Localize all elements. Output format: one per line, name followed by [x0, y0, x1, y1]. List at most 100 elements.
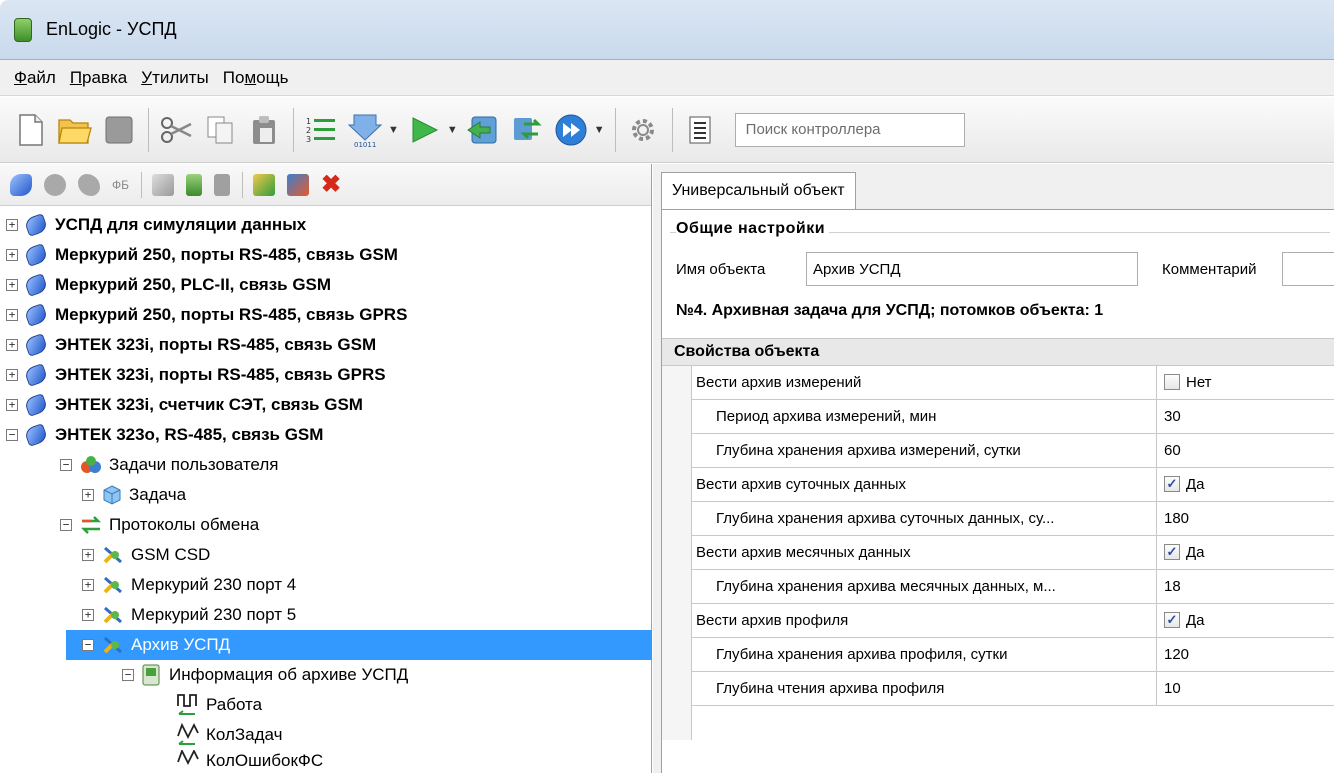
property-row[interactable]: Глубина чтения архива профиля 10	[692, 672, 1334, 706]
property-value[interactable]: ✓ Да	[1164, 468, 1205, 501]
delete-icon[interactable]: ✖	[321, 172, 341, 196]
new-file-button[interactable]	[12, 110, 50, 150]
tree-node[interactable]: − Информация об архиве УСПД	[122, 660, 408, 690]
tool-icon[interactable]	[152, 173, 174, 196]
expand-icon[interactable]: +	[6, 279, 18, 291]
disabled-icon[interactable]	[214, 173, 230, 196]
property-value[interactable]: 10	[1164, 672, 1181, 705]
copy-button[interactable]	[201, 110, 239, 150]
menu-edit[interactable]: Правка	[70, 68, 127, 88]
menu-help[interactable]: Помощь	[223, 68, 289, 88]
tree-node[interactable]: − Протоколы обмена	[60, 510, 259, 540]
expand-icon[interactable]: +	[82, 609, 94, 621]
checkbox-unchecked[interactable]	[1164, 374, 1180, 390]
sync-button[interactable]	[508, 110, 546, 150]
controller-search-input[interactable]: Поиск контроллера	[734, 112, 965, 147]
expand-icon[interactable]: +	[6, 339, 18, 351]
tree-node[interactable]: + Меркурий 250, порты RS-485, связь GPRS	[6, 300, 407, 330]
property-row[interactable]: Глубина хранения архива суточных данных,…	[692, 502, 1334, 536]
tree-node[interactable]: + Меркурий 250, порты RS-485, связь GSM	[6, 240, 398, 270]
tree-node[interactable]: − ЭНТЕК 323o, RS-485, связь GSM	[6, 420, 323, 450]
checkbox-checked[interactable]: ✓	[1164, 544, 1180, 560]
expand-icon[interactable]: +	[6, 369, 18, 381]
property-value[interactable]: 180	[1164, 502, 1189, 535]
expand-icon[interactable]: +	[6, 219, 18, 231]
cut-button[interactable]	[157, 110, 195, 150]
tree-node-selected[interactable]: − Архив УСПД	[66, 630, 652, 660]
plug-icon	[103, 576, 122, 594]
run-button[interactable]	[405, 110, 443, 150]
tree-node[interactable]: КолЗадач	[176, 720, 282, 750]
expand-icon[interactable]: +	[6, 249, 18, 261]
expand-icon[interactable]: +	[6, 399, 18, 411]
sort-icon[interactable]	[287, 173, 309, 196]
expand-icon[interactable]: +	[82, 579, 94, 591]
collapse-icon[interactable]: −	[122, 669, 134, 681]
tree-node[interactable]: + Меркурий 230 порт 4	[82, 570, 296, 600]
list-button[interactable]: 123	[302, 110, 340, 150]
tree-expand-icon[interactable]	[253, 173, 275, 196]
upload-button[interactable]	[464, 110, 502, 150]
expand-icon[interactable]: +	[82, 489, 94, 501]
menu-file[interactable]: Файл	[14, 68, 56, 88]
tree-node[interactable]: + Меркурий 250, PLC-II, связь GSM	[6, 270, 331, 300]
property-row[interactable]: Вести архив измерений Нет	[692, 366, 1334, 400]
gear-icon	[631, 118, 654, 141]
object-name-input[interactable]: Архив УСПД	[806, 252, 1138, 286]
fast-forward-icon	[555, 114, 587, 145]
property-value[interactable]: 30	[1164, 400, 1181, 433]
property-value[interactable]: Нет	[1164, 366, 1212, 399]
property-row[interactable]: Вести архив профиля ✓ Да	[692, 604, 1334, 638]
tree-node[interactable]: + Задача	[82, 480, 186, 510]
run-dropdown-icon[interactable]: ▼	[447, 124, 458, 136]
open-button[interactable]	[56, 110, 94, 150]
menu-utilities[interactable]: Утилиты	[141, 68, 209, 88]
checkbox-checked[interactable]: ✓	[1164, 612, 1180, 628]
property-row[interactable]: Вести архив суточных данных ✓ Да	[692, 468, 1334, 502]
collapse-icon[interactable]: −	[82, 639, 94, 651]
download-button[interactable]: 01011	[346, 110, 384, 150]
tree-node[interactable]: КолОшибокФС	[176, 750, 323, 772]
property-value[interactable]: 18	[1164, 570, 1181, 603]
download-dropdown-icon[interactable]: ▼	[388, 124, 399, 136]
device-icon[interactable]	[186, 173, 202, 196]
property-value[interactable]: ✓ Да	[1164, 604, 1205, 637]
collapse-icon[interactable]: −	[60, 459, 72, 471]
paste-button[interactable]	[245, 110, 283, 150]
collapse-icon[interactable]: −	[60, 519, 72, 531]
expand-icon[interactable]: +	[82, 549, 94, 561]
checkbox-checked[interactable]: ✓	[1164, 476, 1180, 492]
fb-icon[interactable]: ФБ	[112, 178, 129, 192]
add-object-icon[interactable]	[44, 173, 66, 196]
add-controller-icon[interactable]	[10, 173, 32, 196]
add-item-icon[interactable]	[78, 173, 100, 196]
collapse-icon[interactable]: −	[6, 429, 18, 441]
property-row[interactable]: Вести архив месячных данных ✓ Да	[692, 536, 1334, 570]
fast-forward-dropdown-icon[interactable]: ▼	[594, 124, 605, 136]
expand-icon[interactable]: +	[6, 309, 18, 321]
property-value[interactable]: 120	[1164, 638, 1189, 671]
property-row[interactable]: Глубина хранения архива профиля, сутки 12…	[692, 638, 1334, 672]
log-button[interactable]	[681, 110, 719, 150]
tree-node[interactable]: + ЭНТЕК 323i, порты RS-485, связь GPRS	[6, 360, 386, 390]
save-button[interactable]	[100, 110, 138, 150]
tree-node[interactable]: Работа	[176, 690, 262, 720]
property-value[interactable]: ✓ Да	[1164, 536, 1205, 569]
main-toolbar: 123 01011 ▼ ▼ ▼ Поиск контроллера	[0, 97, 1334, 163]
property-value[interactable]: 60	[1164, 434, 1181, 467]
tree-node[interactable]: − Задачи пользователя	[60, 450, 278, 480]
property-row[interactable]: Глубина хранения архива месячных данных,…	[692, 570, 1334, 604]
tree-node[interactable]: + УСПД для симуляции данных	[6, 210, 306, 240]
tree-node[interactable]: + ЭНТЕК 323i, порты RS-485, связь GSM	[6, 330, 376, 360]
comment-input[interactable]	[1282, 252, 1334, 286]
svg-text:1: 1	[306, 117, 311, 126]
settings-button[interactable]	[624, 110, 662, 150]
tab-universal-object[interactable]: Универсальный объект	[661, 172, 856, 210]
property-row[interactable]: Период архива измерений, мин 30	[692, 400, 1334, 434]
tree-node[interactable]: + ЭНТЕК 323i, счетчик СЭТ, связь GSM	[6, 390, 363, 420]
tree-node[interactable]: + GSM CSD	[82, 540, 210, 570]
tree-node[interactable]: + Меркурий 230 порт 5	[82, 600, 296, 630]
property-row[interactable]: Глубина хранения архива измерений, сутки…	[692, 434, 1334, 468]
fast-forward-button[interactable]	[552, 110, 590, 150]
property-value-text: Да	[1186, 612, 1205, 629]
